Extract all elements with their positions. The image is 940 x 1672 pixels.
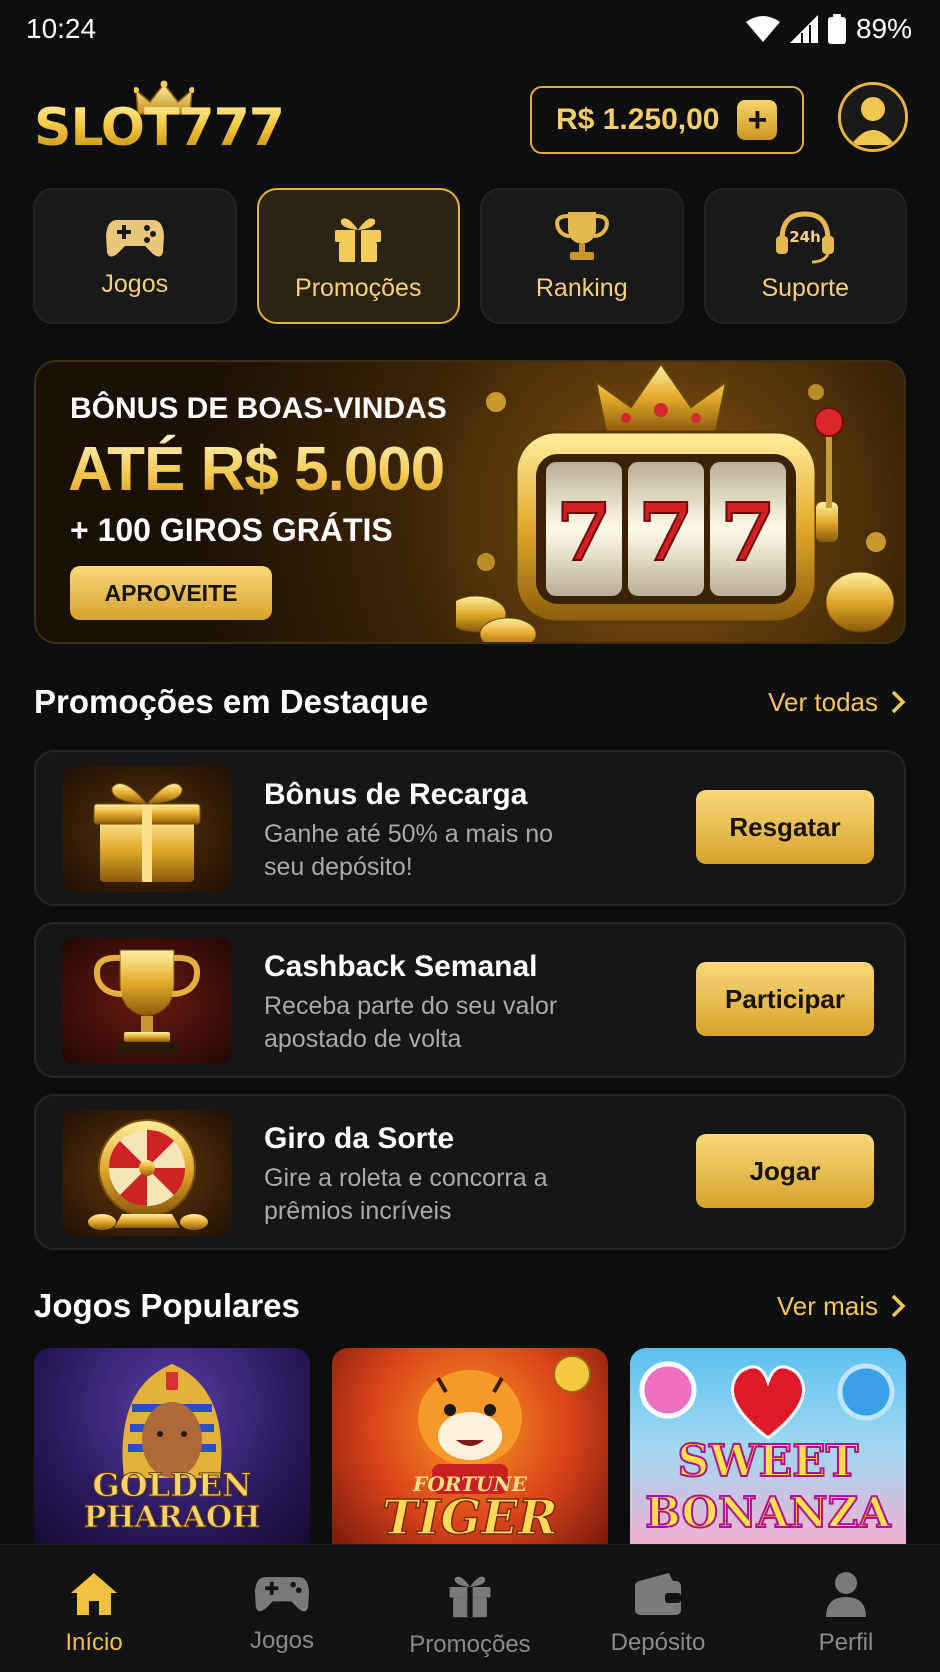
add-funds-button[interactable]: +: [737, 100, 778, 140]
promo-card[interactable]: Cashback Semanal Receba parte do seu val…: [34, 922, 906, 1078]
banner-extra: + 100 GIROS GRÁTIS: [70, 512, 393, 548]
nav-jogos[interactable]: Jogos: [188, 1545, 376, 1672]
game-title-line2: PHARAOH: [83, 1500, 261, 1536]
see-more-link[interactable]: Ver mais: [777, 1291, 906, 1322]
trophy-icon: [554, 211, 609, 260]
battery-percent: 89%: [855, 13, 912, 44]
home-icon: [71, 1573, 117, 1615]
game-title-line1: SWEET: [676, 1435, 859, 1488]
game-title-line1: GOLDEN: [92, 1466, 252, 1505]
popular-section-header: Jogos Populares Ver mais: [34, 1282, 906, 1330]
app-logo[interactable]: SLOT777: [34, 80, 294, 160]
category-jogos[interactable]: Jogos: [33, 188, 237, 324]
promo-image-trophy: [62, 938, 232, 1064]
gift-icon: [335, 217, 382, 262]
status-indicators: 89%: [745, 13, 912, 45]
featured-section-header: Promoções em Destaque Ver todas: [34, 678, 906, 726]
gamepad-icon: [105, 219, 164, 257]
banner-subtitle: BÔNUS DE BOAS-VINDAS: [70, 392, 447, 425]
reel-symbol-1: 7: [556, 485, 612, 579]
welcome-bonus-banner[interactable]: BÔNUS DE BOAS-VINDAS ATÉ R$ 5.000 + 100 …: [34, 360, 906, 644]
slot-machine-illustration: 7 7 7: [456, 362, 895, 642]
user-avatar-icon: [841, 85, 905, 149]
person-icon: [826, 1572, 866, 1617]
popular-games-row: GOLDEN PHARAOH FORTUNE TIGER SWEET BONAN…: [34, 1348, 906, 1544]
crown-decoration: [594, 362, 728, 433]
nav-label: Promoções: [409, 1631, 531, 1658]
status-bar: 10:24 89%: [0, 0, 940, 58]
game-tile-fortune-tiger[interactable]: FORTUNE TIGER: [332, 1348, 608, 1544]
promo-description: Gire a roleta e concorra a prêmios incrí…: [264, 1164, 548, 1225]
see-more-label: Ver mais: [776, 1290, 878, 1321]
game-title-line2: TIGER: [381, 1489, 558, 1544]
category-ranking[interactable]: Ranking: [480, 188, 684, 324]
nav-label: Início: [65, 1629, 123, 1656]
nav-label: Depósito: [610, 1629, 706, 1656]
promo-list: Bônus de Recarga Ganhe até 50% a mais no…: [34, 750, 906, 1266]
svg-text:24h: 24h: [789, 228, 821, 246]
banner-cta-button[interactable]: APROVEITE: [70, 566, 272, 620]
promo-title: Bônus de Recarga: [264, 778, 528, 811]
promo-card[interactable]: Giro da Sorte Gire a roleta e concorra a…: [34, 1094, 906, 1250]
play-button[interactable]: Jogar: [696, 1134, 874, 1208]
category-label: Suporte: [761, 273, 850, 302]
category-promocoes[interactable]: Promoções: [256, 188, 460, 324]
balance-display[interactable]: R$ 1.250,00 +: [530, 86, 804, 154]
status-time: 10:24: [26, 13, 97, 44]
nav-label: Perfil: [818, 1629, 874, 1656]
nav-inicio[interactable]: Início: [0, 1545, 188, 1672]
avatar[interactable]: [838, 82, 908, 152]
bottom-nav: Início Jogos Promoções Depósito Perfil: [0, 1544, 940, 1672]
app-header: SLOT777 R$ 1.250,00 +: [0, 62, 940, 172]
section-title: Jogos Populares: [34, 1287, 300, 1324]
gamepad-icon: [254, 1577, 310, 1612]
nav-deposito[interactable]: Depósito: [564, 1545, 752, 1672]
join-button[interactable]: Participar: [696, 962, 874, 1036]
headset-24h-icon: 24h: [776, 210, 835, 263]
game-tile-sweet-bonanza[interactable]: SWEET BONANZA: [630, 1348, 906, 1544]
see-all-link[interactable]: Ver todas: [768, 687, 906, 718]
wifi-icon: [745, 16, 780, 42]
category-label: Promoções: [295, 273, 422, 302]
game-title-line2: BONANZA: [644, 1487, 891, 1538]
see-all-label: Ver todas: [768, 686, 878, 717]
chevron-right-icon: [891, 1294, 906, 1318]
logo-text: SLOT777: [34, 98, 285, 158]
promo-card[interactable]: Bônus de Recarga Ganhe até 50% a mais no…: [34, 750, 906, 906]
promo-title: Cashback Semanal: [264, 950, 538, 983]
gift-icon: [449, 1576, 491, 1618]
reel-symbol-2: 7: [638, 485, 694, 579]
promo-image-gift: [62, 766, 232, 892]
balance-amount: R$ 1.250,00: [556, 103, 720, 136]
promo-description: Receba parte do seu valor apostado de vo…: [264, 992, 558, 1053]
chevron-right-icon: [891, 690, 906, 714]
banner-headline: ATÉ R$ 5.000: [68, 435, 445, 504]
promo-title: Giro da Sorte: [264, 1122, 455, 1155]
game-tile-golden-pharaoh[interactable]: GOLDEN PHARAOH: [34, 1348, 310, 1544]
nav-perfil[interactable]: Perfil: [752, 1545, 940, 1672]
nav-label: Jogos: [249, 1627, 315, 1654]
reel-symbol-3: 7: [720, 485, 776, 579]
category-label: Ranking: [535, 273, 628, 302]
wallet-icon: [635, 1573, 681, 1615]
category-label: Jogos: [101, 269, 169, 298]
promo-description: Ganhe até 50% a mais no seu depósito!: [264, 820, 554, 881]
category-nav: Jogos Promoções Ranking 24h Suporte: [33, 188, 907, 324]
section-title: Promoções em Destaque: [34, 683, 429, 720]
battery-icon: [827, 14, 846, 44]
promo-image-wheel: [62, 1110, 232, 1236]
claim-button[interactable]: Resgatar: [696, 790, 874, 864]
nav-promocoes[interactable]: Promoções: [376, 1545, 564, 1672]
category-suporte[interactable]: 24h Suporte: [703, 188, 907, 324]
signal-icon: [789, 15, 818, 43]
